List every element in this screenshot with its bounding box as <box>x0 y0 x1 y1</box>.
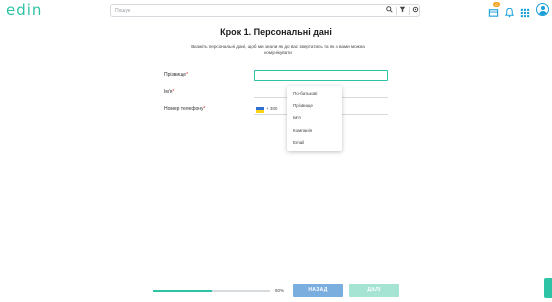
name-label: Ім'я* <box>164 89 174 95</box>
top-bar: edin Пошук 0 <box>0 0 552 22</box>
phone-country-code: + 380 <box>266 106 278 111</box>
dropdown-item[interactable]: По-батькові <box>293 91 317 96</box>
progress-bar <box>153 290 270 292</box>
name-label-text: Ім'я <box>164 89 173 95</box>
required-mark: * <box>203 106 206 112</box>
back-button[interactable]: НАЗАД <box>293 284 343 297</box>
app-logo[interactable]: edin <box>6 1 42 19</box>
surname-field[interactable] <box>254 70 388 81</box>
dropdown-item[interactable]: Ім'я <box>293 115 301 120</box>
dropdown-item[interactable]: Компанія <box>293 128 312 133</box>
phone-label-text: Номер телефону <box>164 106 204 112</box>
user-avatar-icon[interactable] <box>536 3 549 16</box>
avatar-body <box>538 11 547 15</box>
progress-fill <box>153 290 212 292</box>
search-input[interactable]: Пошук <box>115 6 130 16</box>
next-button[interactable]: ДАЛІ <box>349 284 399 297</box>
search-bar[interactable]: Пошук <box>110 4 420 17</box>
bell-icon[interactable] <box>504 5 516 18</box>
search-icon[interactable] <box>384 6 395 16</box>
dropdown-item[interactable]: Прізвище <box>293 103 313 108</box>
dropdown-item[interactable]: Email <box>293 140 304 145</box>
settings-icon[interactable] <box>410 6 421 16</box>
surname-label-text: Прізвище <box>164 72 187 78</box>
filter-icon[interactable] <box>397 6 408 16</box>
phone-label: Номер телефону* <box>164 106 205 112</box>
page-title: Крок 1. Персональні дані <box>220 27 332 37</box>
form-description: Вкажіть персональні дані, щоб ми знали я… <box>191 44 365 55</box>
surname-label: Прізвище* <box>164 72 188 78</box>
side-panel-tab[interactable] <box>544 278 552 298</box>
flag-stripe-yellow <box>256 110 264 113</box>
suggestion-dropdown[interactable]: По-батькові Прізвище Ім'я Компанія Email <box>287 86 342 151</box>
ukraine-flag-icon[interactable] <box>256 107 264 113</box>
progress-text: 50% <box>275 288 285 293</box>
avatar-head <box>540 6 545 10</box>
required-mark: * <box>186 72 189 78</box>
notification-badge: 0 <box>493 2 500 7</box>
required-mark: * <box>172 89 175 95</box>
apps-grid-icon[interactable] <box>520 5 532 18</box>
